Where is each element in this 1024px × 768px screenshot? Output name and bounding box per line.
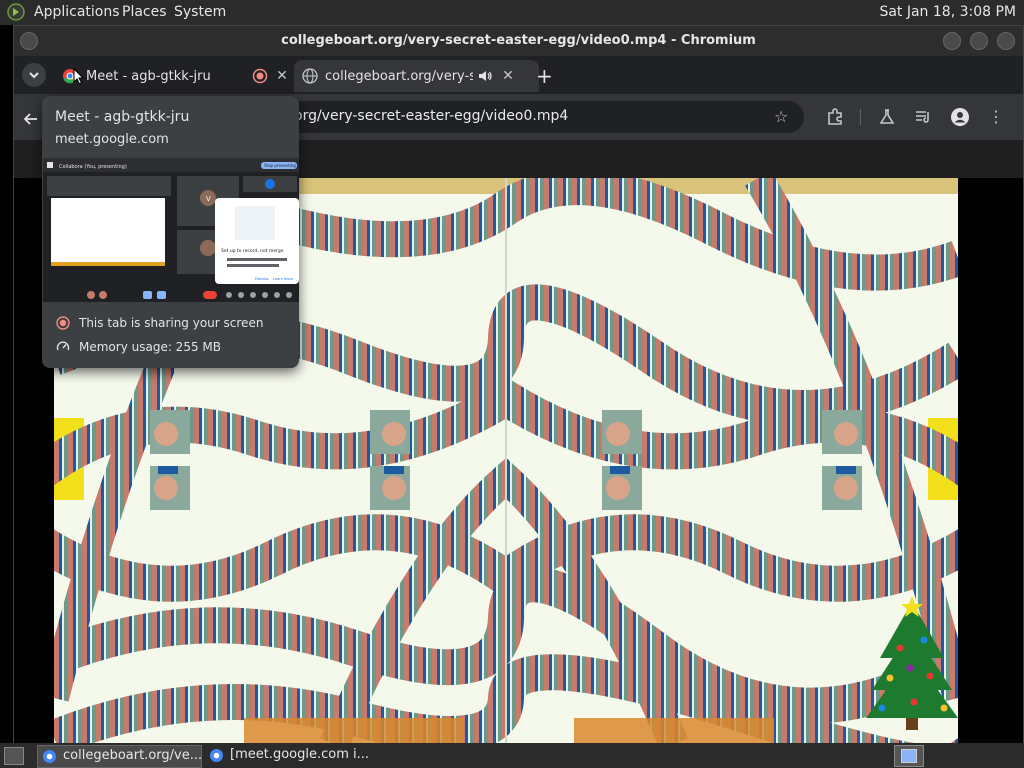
labs-flask-icon[interactable] [877,107,897,127]
tab-video-label: collegeboart.org/very-se [325,69,473,84]
tab-video-close-icon[interactable]: ✕ [500,68,516,84]
preview-dialog-learn: Learn more [273,277,293,281]
hover-card-domain: meet.google.com [55,132,169,147]
taskbar-item-meet-label: [meet.google.com i... [230,747,370,762]
tab-meet-close-icon[interactable]: ✕ [274,68,290,84]
tab-video[interactable]: collegeboart.org/very-se ✕ [294,60,539,92]
address-bar[interactable]: org/very-secret-easter-egg/video0.mp4 ☆ [274,101,804,133]
workspace-switcher[interactable] [894,745,924,767]
mouse-cursor-icon [73,68,85,85]
globe-icon [302,68,318,84]
address-text[interactable]: org/very-secret-easter-egg/video0.mp4 [294,108,568,124]
window-title: collegeboart.org/very-secret-easter-egg/… [281,33,756,48]
recording-icon [252,68,268,84]
bookmark-star-icon[interactable]: ☆ [774,107,788,126]
gnome-foot-icon[interactable] [7,3,25,21]
memory-usage-text: Memory usage: 255 MB [79,340,221,354]
profile-avatar-icon[interactable] [950,107,970,127]
preview-tile-initial: V [206,195,211,203]
tab-meet[interactable]: Meet - agb-gtkk-jru ✕ [54,60,289,92]
speaker-icon[interactable] [477,68,493,84]
preview-stop-button-text: Stop presenting [264,163,296,168]
chromium-icon [209,748,224,763]
preview-dialog-title: Set up to record, not merge [221,248,284,254]
maximize-button[interactable] [970,32,988,50]
applications-menu[interactable]: Applications [34,4,120,20]
chevron-down-icon [29,72,39,79]
sharing-status-text: This tab is sharing your screen [79,316,264,330]
minimize-button[interactable] [943,32,961,50]
memory-gauge-icon [56,341,70,351]
window-titlebar[interactable]: collegeboart.org/very-secret-easter-egg/… [14,26,1023,56]
clock[interactable]: Sat Jan 18, 3:08 PM [879,4,1016,20]
hover-card-preview: Collabora (You, presenting) Stop present… [43,158,299,302]
tab-strip: Meet - agb-gtkk-jru ✕ collegeboart.org/v… [14,56,1023,94]
new-tab-icon[interactable]: + [536,64,553,88]
more-menu-icon[interactable]: ⋮ [986,107,1006,127]
screen-share-indicator-icon [56,316,70,330]
hover-card-title: Meet - agb-gtkk-jru [55,109,190,125]
system-menu[interactable]: System [174,4,226,20]
tab-hover-card: Meet - agb-gtkk-jru meet.google.com Coll… [23,96,299,368]
taskbar-item-video-label: collegeboart.org/ve... [63,748,203,763]
toolbar-divider [860,109,861,125]
top-panel: Applications Places System Sat Jan 18, 3… [0,0,1024,25]
bottom-taskbar: collegeboart.org/ve... [meet.google.com … [0,743,1024,768]
taskbar-item-meet[interactable]: [meet.google.com i... [205,745,375,766]
extensions-icon[interactable] [825,107,845,127]
tab-search-button[interactable] [22,63,46,87]
places-menu[interactable]: Places [122,4,167,20]
back-arrow-icon[interactable] [23,111,39,127]
chromium-icon [42,749,57,764]
taskbar-item-video[interactable]: collegeboart.org/ve... [37,745,202,768]
preview-dialog-dismiss: Dismiss [255,277,269,281]
show-desktop-icon[interactable] [4,747,24,765]
media-control-icon[interactable] [913,107,933,127]
close-window-button[interactable] [997,32,1015,50]
tab-meet-label: Meet - agb-gtkk-jru [86,69,211,84]
preview-header-text: Collabora (You, presenting) [59,164,127,170]
